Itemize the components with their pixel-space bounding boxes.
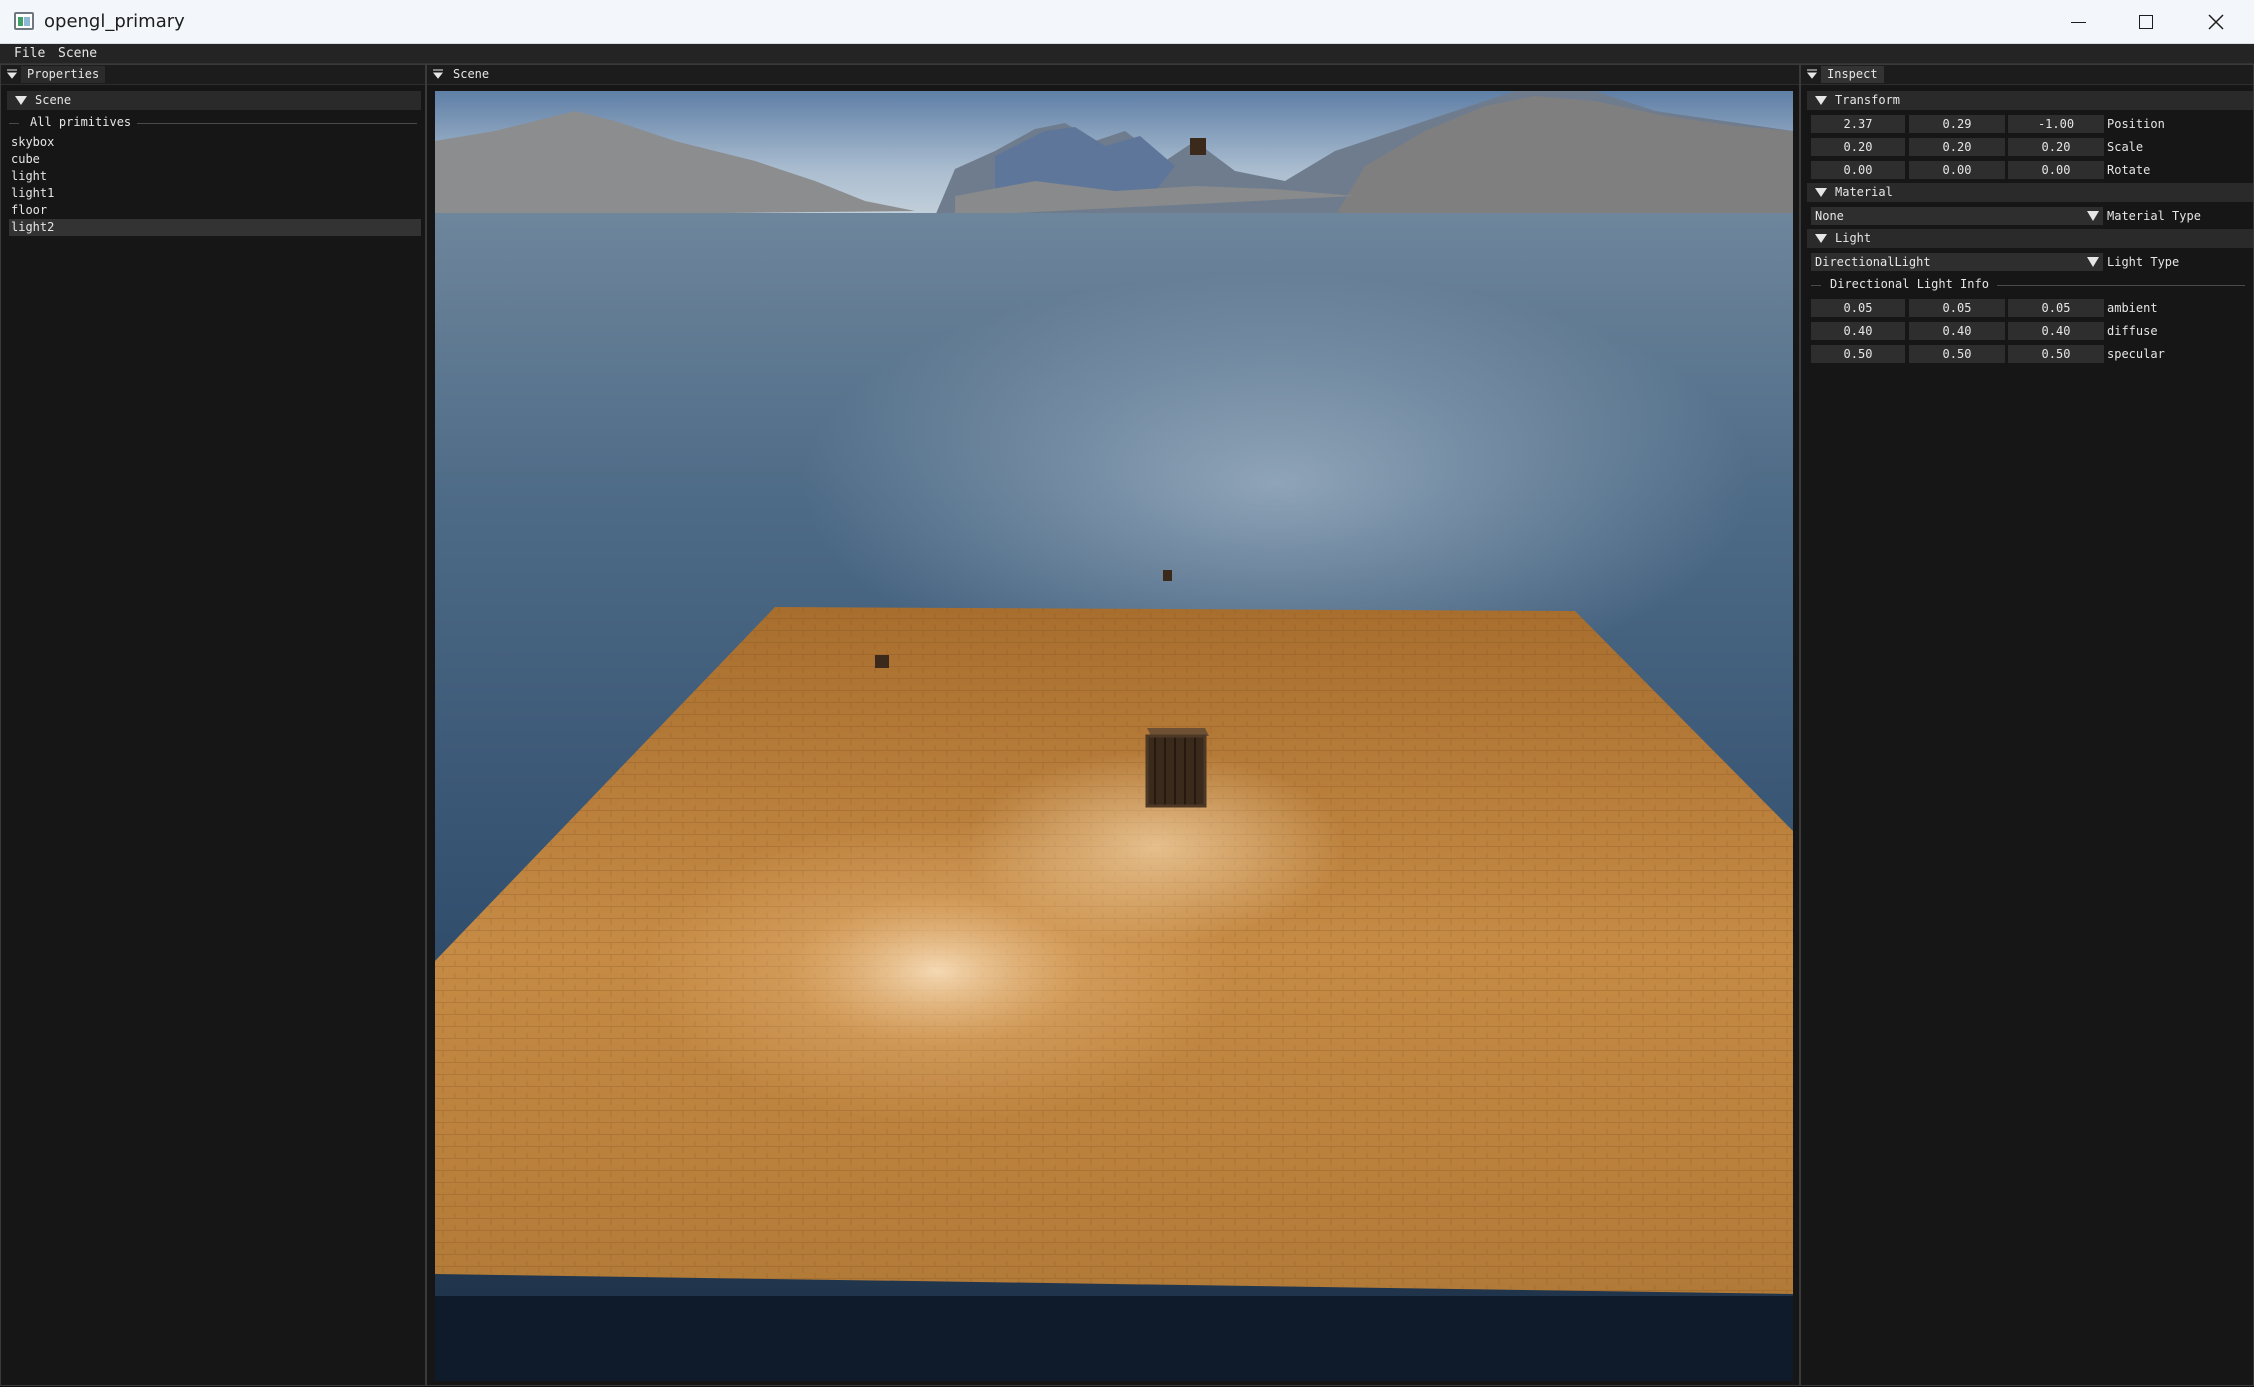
scale-label: Scale xyxy=(2107,140,2144,154)
light-section-header[interactable]: Light xyxy=(1807,229,2253,248)
window-title: opengl_primary xyxy=(44,11,185,32)
rotate-z-field[interactable]: 0.00 xyxy=(2008,161,2104,179)
separator-line xyxy=(137,123,417,124)
list-item-light[interactable]: light xyxy=(9,168,421,185)
rotate-y-field[interactable]: 0.00 xyxy=(1909,161,2005,179)
material-section-label: Material xyxy=(1835,185,1893,199)
material-section-header[interactable]: Material xyxy=(1807,183,2253,202)
list-item-floor[interactable]: floor xyxy=(9,202,421,219)
rendered-scene xyxy=(435,91,1793,1381)
dropdown-arrow-icon xyxy=(2087,257,2099,267)
expand-triangle-icon xyxy=(1815,234,1827,243)
window-title-bar: opengl_primary xyxy=(0,0,2254,44)
minimize-icon xyxy=(2071,22,2086,23)
light-type-label: Light Type xyxy=(2107,255,2180,269)
app-icon xyxy=(14,12,34,30)
scale-y-field[interactable]: 0.20 xyxy=(1909,138,2005,156)
properties-panel: Properties Scene All primitives skybox c… xyxy=(0,64,426,1386)
diffuse-label: diffuse xyxy=(2107,324,2158,338)
material-type-label: Material Type xyxy=(2107,209,2201,223)
scale-x-field[interactable]: 0.20 xyxy=(1811,138,1905,156)
scale-z-field[interactable]: 0.20 xyxy=(2008,138,2104,156)
inspect-panel-header: Inspect xyxy=(1801,65,2253,85)
light-section-label: Light xyxy=(1835,231,1872,245)
dropdown-arrow-icon xyxy=(2087,211,2099,221)
scene-panel-header: Scene xyxy=(427,65,1799,85)
tab-inspect[interactable]: Inspect xyxy=(1821,66,1884,83)
position-x-field[interactable]: 2.37 xyxy=(1811,115,1905,133)
rotate-label: Rotate xyxy=(2107,163,2151,177)
all-primitives-label: All primitives xyxy=(30,115,132,129)
specular-g-field[interactable]: 0.50 xyxy=(1909,345,2005,363)
scene-section-header[interactable]: Scene xyxy=(7,91,421,110)
position-z-field[interactable]: -1.00 xyxy=(2008,115,2104,133)
expand-triangle-icon xyxy=(15,96,27,105)
material-type-dropdown[interactable]: None xyxy=(1811,207,2103,225)
light-type-dropdown[interactable]: DirectionalLight xyxy=(1811,253,2103,271)
diffuse-b-field[interactable]: 0.40 xyxy=(2008,322,2104,340)
directional-light-info-label: Directional Light Info xyxy=(1830,277,1989,291)
separator-line xyxy=(9,123,19,124)
light-type-value: DirectionalLight xyxy=(1815,255,1931,269)
list-item-light2[interactable]: light2 xyxy=(9,219,421,236)
tab-scene[interactable]: Scene xyxy=(447,66,496,83)
ambient-g-field[interactable]: 0.05 xyxy=(1909,299,2005,317)
position-label: Position xyxy=(2107,117,2165,131)
separator-line xyxy=(1811,285,1821,286)
specular-b-field[interactable]: 0.50 xyxy=(2008,345,2104,363)
ambient-r-field[interactable]: 0.05 xyxy=(1811,299,1905,317)
maximize-button[interactable] xyxy=(2112,0,2180,44)
transform-section-label: Transform xyxy=(1835,93,1901,107)
list-item-skybox[interactable]: skybox xyxy=(9,134,421,151)
list-item-cube[interactable]: cube xyxy=(9,151,421,168)
separator-line xyxy=(1997,285,2245,286)
tab-properties[interactable]: Properties xyxy=(21,66,106,83)
specular-r-field[interactable]: 0.50 xyxy=(1811,345,1905,363)
list-item-light1[interactable]: light1 xyxy=(9,185,421,202)
scene-section-label: Scene xyxy=(35,93,72,107)
3d-viewport[interactable] xyxy=(435,91,1793,1381)
expand-triangle-icon xyxy=(1815,96,1827,105)
rotate-x-field[interactable]: 0.00 xyxy=(1811,161,1905,179)
inspect-panel: Inspect Transform 2.37 0.29 -1.00 Positi… xyxy=(1800,64,2254,1386)
diffuse-g-field[interactable]: 0.40 xyxy=(1909,322,2005,340)
collapse-icon[interactable] xyxy=(1807,69,1817,79)
collapse-icon[interactable] xyxy=(433,69,443,79)
collapse-icon[interactable] xyxy=(7,69,17,79)
material-type-value: None xyxy=(1815,209,1844,223)
diffuse-r-field[interactable]: 0.40 xyxy=(1811,322,1905,340)
expand-triangle-icon xyxy=(1815,188,1827,197)
menu-bar: File Scene xyxy=(0,44,2254,64)
specular-label: specular xyxy=(2107,347,2165,361)
close-icon xyxy=(2208,14,2224,30)
transform-section-header[interactable]: Transform xyxy=(1807,91,2253,110)
ambient-label: ambient xyxy=(2107,301,2158,315)
scene-panel: Scene xyxy=(426,64,1800,1386)
ambient-b-field[interactable]: 0.05 xyxy=(2008,299,2104,317)
crate xyxy=(1145,728,1209,808)
properties-panel-header: Properties xyxy=(1,65,425,85)
menu-file[interactable]: File xyxy=(14,46,45,61)
menu-scene[interactable]: Scene xyxy=(58,46,97,61)
maximize-icon xyxy=(2139,15,2153,29)
position-y-field[interactable]: 0.29 xyxy=(1909,115,2005,133)
minimize-button[interactable] xyxy=(2044,0,2112,44)
close-button[interactable] xyxy=(2182,0,2250,44)
